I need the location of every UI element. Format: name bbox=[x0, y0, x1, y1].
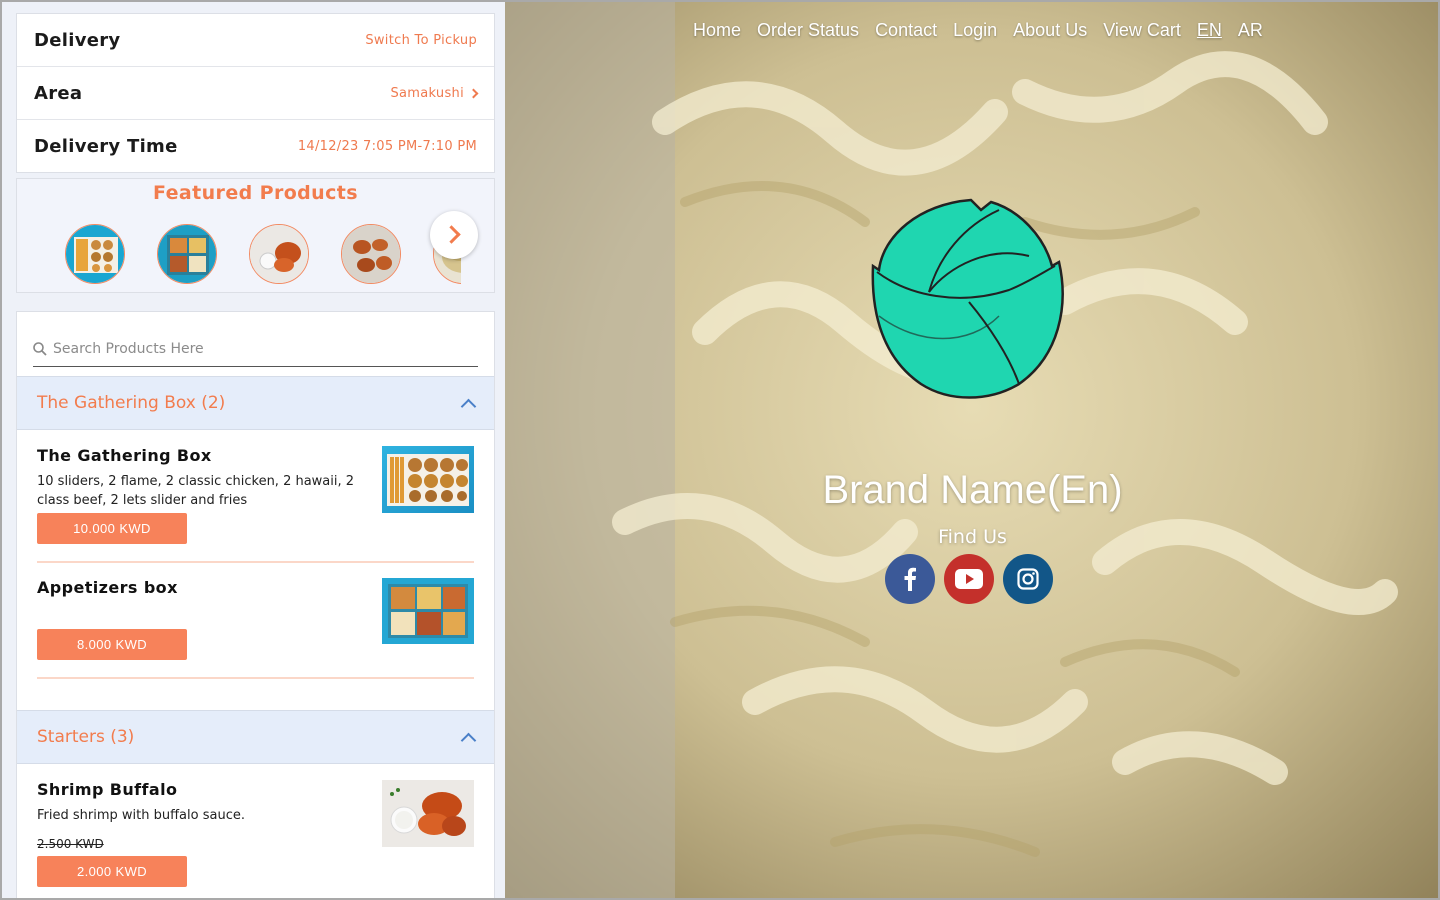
search-icon bbox=[33, 342, 47, 356]
area-selector[interactable]: Samakushi bbox=[390, 85, 479, 101]
category-title: Starters (3) bbox=[37, 727, 135, 747]
brand-name: Brand Name(En) bbox=[822, 468, 1123, 512]
area-label: Area bbox=[34, 82, 83, 104]
add-to-cart-button[interactable]: 10.000 KWD bbox=[37, 513, 187, 544]
top-navigation: Home Order Status Contact Login About Us… bbox=[685, 20, 1271, 41]
delivery-time-label: Delivery Time bbox=[34, 136, 178, 157]
featured-item-appetizer-box[interactable] bbox=[157, 224, 217, 284]
nav-language-en[interactable]: EN bbox=[1189, 20, 1230, 41]
featured-carousel bbox=[65, 224, 461, 284]
featured-item-shrimp-buffalo[interactable] bbox=[249, 224, 309, 284]
add-to-cart-button[interactable]: 8.000 KWD bbox=[37, 629, 187, 660]
featured-item-burger-box[interactable] bbox=[65, 224, 125, 284]
product-description: 10 sliders, 2 flame, 2 classic chicken, … bbox=[37, 474, 355, 508]
chevron-up-icon[interactable] bbox=[460, 732, 477, 749]
add-to-cart-button[interactable]: 2.000 KWD bbox=[37, 856, 187, 887]
product-divider bbox=[37, 561, 474, 563]
find-us-label: Find Us bbox=[938, 526, 1007, 548]
category-header-gathering-box[interactable]: The Gathering Box (2) bbox=[17, 376, 494, 430]
chevron-right-icon bbox=[468, 88, 479, 98]
category-header-starters[interactable]: Starters (3) bbox=[17, 710, 494, 764]
chevron-up-icon[interactable] bbox=[460, 398, 477, 415]
delivery-mode-row: Delivery Switch To Pickup bbox=[17, 14, 494, 67]
product-item-appetizers-box[interactable]: Appetizers box 8.000 KWD bbox=[37, 578, 474, 668]
nav-about-us[interactable]: About Us bbox=[1005, 20, 1095, 41]
product-item-gathering-box[interactable]: The Gathering Box 10 sliders, 2 flame, 2… bbox=[37, 446, 474, 546]
hero-background-image bbox=[505, 2, 1438, 898]
nav-login[interactable]: Login bbox=[945, 20, 1005, 41]
product-old-price: 2.500 KWD bbox=[37, 837, 104, 851]
delivery-time-value[interactable]: 14/12/23 7:05 PM-7:10 PM bbox=[298, 139, 477, 154]
product-menu: The Gathering Box (2) The Gathering Box … bbox=[16, 311, 495, 898]
product-item-shrimp-buffalo[interactable]: Shrimp Buffalo Fried shrimp with buffalo… bbox=[37, 780, 474, 890]
youtube-button[interactable] bbox=[944, 554, 994, 604]
instagram-icon bbox=[1017, 568, 1039, 590]
featured-title: Featured Products bbox=[153, 182, 358, 204]
featured-item-wings[interactable] bbox=[341, 224, 401, 284]
area-row[interactable]: Area Samakushi bbox=[17, 67, 494, 120]
search-input[interactable] bbox=[53, 341, 453, 357]
brand-logo bbox=[871, 198, 1064, 399]
facebook-icon bbox=[904, 567, 916, 591]
featured-products: Featured Products bbox=[16, 178, 495, 293]
nav-contact[interactable]: Contact bbox=[867, 20, 945, 41]
nav-home[interactable]: Home bbox=[685, 20, 749, 41]
delivery-mode-label: Delivery bbox=[34, 29, 121, 51]
instagram-button[interactable] bbox=[1003, 554, 1053, 604]
nav-order-status[interactable]: Order Status bbox=[749, 20, 867, 41]
order-panel: Delivery Switch To Pickup Area Samakushi… bbox=[0, 0, 505, 900]
product-image-shrimp-buffalo[interactable] bbox=[382, 780, 474, 847]
search-bar[interactable] bbox=[33, 332, 478, 367]
product-image-appetizers-box[interactable] bbox=[382, 578, 474, 644]
hero-banner: Home Order Status Contact Login About Us… bbox=[505, 0, 1440, 900]
nav-view-cart[interactable]: View Cart bbox=[1095, 20, 1189, 41]
switch-to-pickup-link[interactable]: Switch To Pickup bbox=[365, 33, 477, 48]
featured-next-button[interactable] bbox=[430, 211, 478, 259]
delivery-info-box: Delivery Switch To Pickup Area Samakushi… bbox=[16, 13, 495, 173]
facebook-button[interactable] bbox=[885, 554, 935, 604]
nav-language-ar[interactable]: AR bbox=[1230, 20, 1271, 41]
area-value: Samakushi bbox=[390, 85, 464, 101]
product-divider bbox=[37, 677, 474, 679]
social-links bbox=[885, 554, 1053, 604]
category-title: The Gathering Box (2) bbox=[37, 393, 226, 413]
delivery-time-row[interactable]: Delivery Time 14/12/23 7:05 PM-7:10 PM bbox=[17, 120, 494, 173]
product-description: Fried shrimp with buffalo sauce. bbox=[37, 808, 245, 823]
youtube-icon bbox=[955, 569, 983, 589]
product-image-gathering-box[interactable] bbox=[382, 446, 474, 513]
